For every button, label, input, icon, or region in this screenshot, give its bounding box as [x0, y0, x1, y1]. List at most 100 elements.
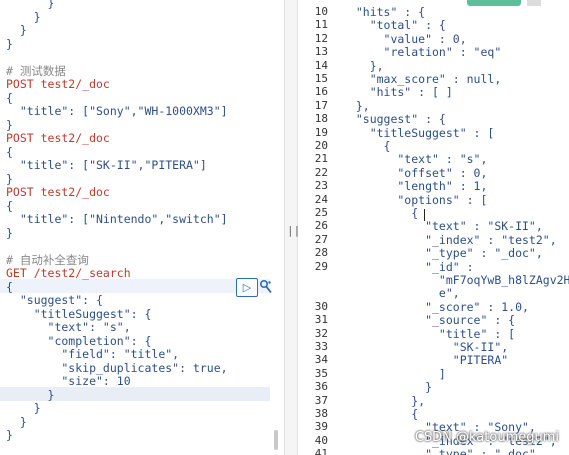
response-line: "titleSuggest" : [ [342, 125, 495, 140]
response-line: "PITERA" [342, 353, 509, 368]
response-line: "_id" : [342, 259, 474, 274]
response-line: "text" : "s", [342, 152, 488, 167]
line-number: 25 [314, 206, 328, 219]
request-line: } [6, 428, 13, 442]
line-number: 19 [314, 125, 328, 139]
line-number: 31 [314, 313, 328, 327]
response-line: "hits" : [ ] [342, 85, 453, 100]
response-line: "relation" : "eq" [342, 45, 502, 60]
request-line: } [6, 171, 13, 186]
request-editor[interactable]: } } }} # 测试数据 POST test2/_doc{ "title": ["… [0, 0, 284, 455]
request-line: POST test2/_doc [6, 185, 110, 199]
request-line: { [6, 279, 13, 294]
response-line: "_index" : "test2", [342, 232, 557, 247]
response-viewer: 10 "hits" : { 11 "total" : { 12 "value" : … [298, 0, 569, 455]
response-line: { [342, 206, 419, 220]
line-number: 13 [314, 45, 328, 59]
request-line: } [6, 36, 13, 51]
request-line: "text": "s", [6, 320, 131, 334]
response-line: "_source" : { [342, 313, 516, 328]
request-line: { [6, 198, 13, 213]
response-line: "title" : [ [342, 326, 516, 341]
response-line: "max_score" : null, [342, 72, 502, 86]
request-line: "title": ["Sony","WH-1000XM3"] [6, 104, 228, 118]
request-line: "title": ["SK-II","PITERA"] [6, 158, 207, 172]
active-request-highlight [0, 279, 270, 293]
response-line: "hits" : { [342, 5, 426, 19]
response-line: }, [342, 98, 370, 113]
top-secondary-button[interactable] [527, 0, 541, 6]
response-line: }, [342, 393, 426, 408]
response-line: { [342, 407, 419, 421]
line-number [298, 286, 328, 300]
request-line: "size": 10 [6, 374, 131, 388]
line-number: 10 [314, 5, 328, 18]
request-line: # 测试数据 [6, 63, 66, 78]
response-line: "total" : { [342, 18, 446, 33]
line-number: 37 [314, 393, 328, 407]
response-line: "value" : 0, [342, 31, 467, 46]
response-line: "mF7oqYwB_h8lZAgv2HS [342, 273, 569, 287]
line-number: 12 [314, 31, 328, 45]
line-number: 16 [314, 85, 328, 99]
line-number: 28 [314, 246, 328, 260]
line-number: 33 [314, 340, 328, 353]
request-line: "suggest": { [6, 293, 103, 307]
line-number: 11 [314, 18, 328, 32]
run-request-button[interactable]: ▷ [236, 278, 258, 297]
top-action-button[interactable] [467, 0, 521, 6]
request-line: { [6, 144, 13, 159]
request-line: "skip_duplicates": true, [6, 360, 228, 375]
response-line: "offset" : 0, [342, 165, 488, 180]
line-number: 34 [314, 353, 328, 367]
line-number: 22 [314, 165, 328, 179]
line-number: 29 [314, 259, 328, 273]
request-line: "completion": { [6, 333, 152, 348]
request-line: POST test2/_doc [6, 131, 110, 145]
request-line: } [6, 401, 41, 415]
pane-resizer[interactable]: || [284, 0, 300, 455]
request-line: POST test2/_doc [6, 77, 110, 91]
response-line: "_type" : "_doc", [342, 246, 543, 261]
response-line: { [342, 139, 391, 153]
line-number: 41 [314, 447, 328, 455]
line-number: 24 [314, 192, 328, 206]
line-number: 36 [314, 380, 328, 394]
line-number [298, 273, 328, 287]
response-line: "suggest" : { [342, 112, 446, 127]
response-line: "text" : "SK-II", [342, 219, 543, 234]
console-window: } } }} # 测试数据 POST test2/_doc{ "title": ["… [0, 0, 569, 455]
line-number: 30 [314, 299, 328, 313]
line-number: 40 [314, 433, 328, 447]
request-line: "title": ["Nintendo","switch"] [6, 212, 228, 226]
response-line: e", [342, 286, 460, 301]
request-line: GET /test2/_search [6, 266, 131, 280]
wrench-icon[interactable] [259, 279, 273, 295]
request-line: } [6, 225, 13, 240]
request-line: "titleSuggest": { [6, 306, 152, 321]
line-number: 38 [314, 407, 328, 420]
line-number: 39 [314, 420, 328, 434]
line-number: 14 [314, 58, 328, 72]
line-number: 20 [314, 139, 328, 152]
request-line: } [6, 117, 13, 132]
request-line: # 自动补全查询 [6, 252, 89, 267]
left-scrollbar[interactable] [274, 430, 278, 450]
line-number: 21 [314, 152, 328, 166]
line-number: 17 [314, 98, 328, 112]
response-line: "_score" : 1.0, [342, 299, 529, 314]
watermark: CSDN @katoumegumi [414, 430, 559, 445]
response-line: ] [342, 366, 446, 381]
line-number: 18 [314, 112, 328, 126]
response-line: "SK-II", [342, 340, 509, 354]
request-line: } [6, 414, 27, 429]
request-line: } [6, 387, 55, 402]
request-line: } [6, 0, 55, 10]
response-line: "_type" : "_doc", [342, 447, 543, 455]
response-line: } [342, 380, 433, 395]
line-number: 27 [314, 232, 328, 246]
response-line: "options" : [ [342, 192, 488, 207]
line-number: 15 [314, 72, 328, 85]
line-number: 32 [314, 326, 328, 340]
request-line: { [6, 90, 13, 105]
